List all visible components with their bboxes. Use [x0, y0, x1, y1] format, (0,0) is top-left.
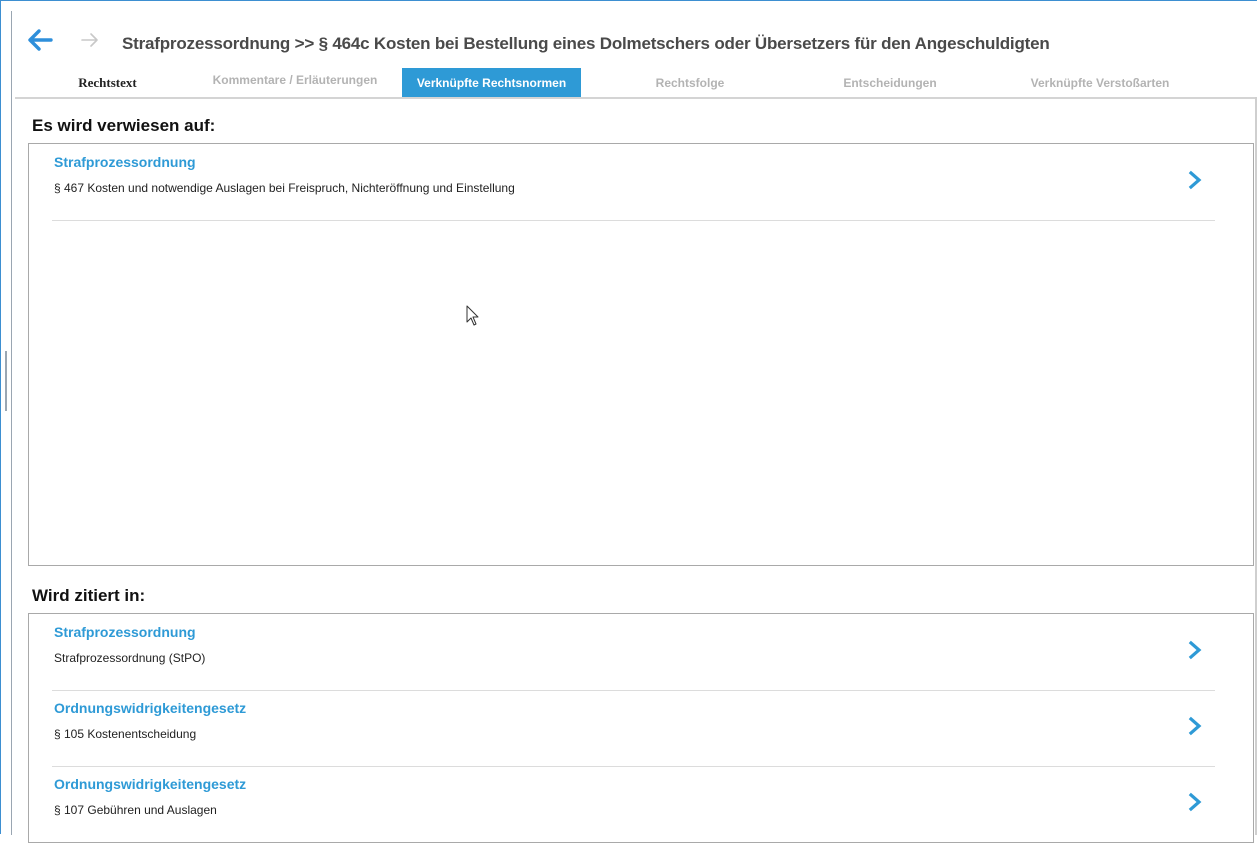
chevron-right-icon[interactable] — [1187, 792, 1203, 812]
citation-item-title[interactable]: Ordnungswidrigkeitengesetz — [54, 700, 246, 716]
citation-item[interactable]: Strafprozessordnung Strafprozessordnung … — [52, 614, 1215, 691]
tab-bar: Rechtstext Kommentare / Erläuterungen Ve… — [15, 68, 1255, 97]
reference-item[interactable]: Strafprozessordnung § 467 Kosten und not… — [52, 144, 1215, 221]
citation-item-subtitle: § 107 Gebühren und Auslagen — [54, 803, 217, 817]
tab-bar-divider — [15, 97, 1256, 99]
forward-button[interactable] — [75, 25, 105, 55]
back-button[interactable] — [25, 25, 55, 55]
reference-item-subtitle: § 467 Kosten und notwendige Auslagen bei… — [54, 181, 515, 195]
citation-item-title[interactable]: Ordnungswidrigkeitengesetz — [54, 776, 246, 792]
citation-item[interactable]: Ordnungswidrigkeitengesetz § 107 Gebühre… — [52, 766, 1215, 842]
mouse-cursor-icon — [466, 305, 479, 326]
references-heading: Es wird verwiesen auf: — [32, 116, 216, 135]
references-panel: Strafprozessordnung § 467 Kosten und not… — [28, 143, 1254, 566]
page-title: Strafprozessordnung >> § 464c Kosten bei… — [122, 34, 1050, 53]
citations-heading: Wird zitiert in: — [32, 586, 146, 605]
app-window: Strafprozessordnung >> § 464c Kosten bei… — [0, 0, 1257, 843]
tab-entscheidungen[interactable]: Entscheidungen — [815, 68, 965, 97]
arrow-left-icon — [28, 29, 53, 51]
chevron-right-icon[interactable] — [1187, 640, 1203, 660]
left-edge-divider — [1, 11, 12, 835]
tab-verknuepfte-rechtsnormen[interactable]: Verknüpfte Rechtsnormen — [402, 68, 581, 97]
arrow-right-icon — [81, 33, 98, 47]
chevron-right-icon[interactable] — [1187, 170, 1203, 190]
tab-rechtstext[interactable]: Rechtstext — [60, 68, 155, 97]
reference-item-title[interactable]: Strafprozessordnung — [54, 154, 196, 170]
citation-item-title[interactable]: Strafprozessordnung — [54, 624, 196, 640]
tab-verknuepfte-verstossarten[interactable]: Verknüpfte Verstoßarten — [1015, 68, 1185, 97]
citation-item[interactable]: Ordnungswidrigkeitengesetz § 105 Kostene… — [52, 690, 1215, 767]
citation-item-subtitle: Strafprozessordnung (StPO) — [54, 651, 206, 665]
citations-panel: Strafprozessordnung Strafprozessordnung … — [28, 613, 1254, 843]
chevron-right-icon[interactable] — [1187, 716, 1203, 736]
tab-kommentare[interactable]: Kommentare / Erläuterungen — [195, 65, 395, 94]
tab-rechtsfolge[interactable]: Rechtsfolge — [625, 68, 755, 97]
citation-item-subtitle: § 105 Kostenentscheidung — [54, 727, 197, 741]
header: Strafprozessordnung >> § 464c Kosten bei… — [15, 11, 1255, 97]
